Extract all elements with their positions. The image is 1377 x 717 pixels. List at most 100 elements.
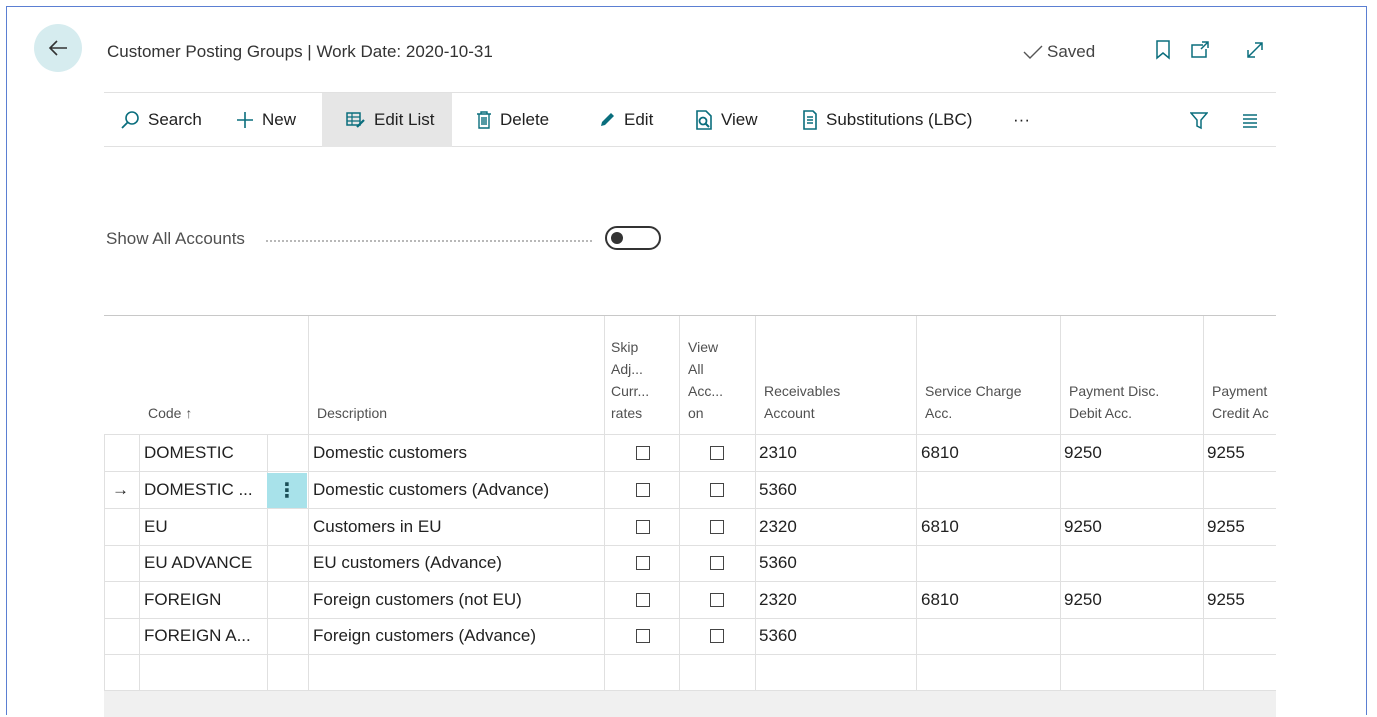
checkbox-skip-adj[interactable] [636,446,650,460]
expand-icon[interactable] [1244,39,1266,61]
delete-label: Delete [500,110,550,129]
view-label: View [721,110,758,129]
cell-description[interactable]: Foreign customers (Advance) [313,626,536,646]
back-arrow-icon [48,40,67,56]
cell-code[interactable]: FOREIGN A... [144,626,264,646]
checkbox-view-all[interactable] [710,556,724,570]
cell-code[interactable]: DOMESTIC [144,443,264,463]
cell-description[interactable]: Domestic customers (Advance) [313,480,549,500]
cell-code[interactable]: DOMESTIC ... [144,480,264,500]
more-actions-label: ··· [1013,110,1030,129]
header-description[interactable]: Description [317,404,387,423]
checkbox-view-all[interactable] [710,446,724,460]
cell-receivables[interactable]: 5360 [759,480,797,500]
cell-pay-disc-debit[interactable]: 9250 [1064,517,1102,537]
list-view-icon[interactable] [1242,114,1258,128]
bookmark-icon[interactable] [1155,39,1171,61]
edit-list-icon [346,112,365,128]
header-view-all-line4[interactable]: on [688,404,704,423]
cell-description[interactable]: Customers in EU [313,517,441,537]
checkbox-skip-adj[interactable] [636,593,650,607]
cell-code[interactable]: EU [144,517,264,537]
new-label: New [262,110,297,129]
current-row-arrow-icon: → [112,480,129,499]
header-skip-adj-line2[interactable]: Adj... [611,360,643,379]
edit-list-label: Edit List [374,110,435,129]
header-pay-disc-credit-line2[interactable]: Credit Ac [1212,404,1276,423]
cell-description[interactable]: Domestic customers [313,443,467,463]
action-bar: Search New Edit List Delete Edit View Su… [104,92,1276,147]
show-all-accounts-label: Show All Accounts [106,229,245,248]
grid-footer-area [104,690,1276,717]
cell-receivables[interactable]: 2310 [759,443,797,463]
open-new-window-icon[interactable] [1189,39,1211,61]
checkmark-icon [1023,45,1043,59]
saved-status: Saved [1022,42,1095,62]
plus-icon [237,112,253,128]
header-skip-adj-line3[interactable]: Curr... [611,382,649,401]
cell-pay-disc-debit[interactable]: 9250 [1064,590,1102,610]
page-title: Customer Posting Groups | Work Date: 202… [107,42,493,61]
header-view-all-line1[interactable]: View [688,338,718,357]
back-button[interactable] [34,24,82,72]
cell-service-charge[interactable]: 6810 [921,517,959,537]
checkbox-view-all[interactable] [710,520,724,534]
cell-description[interactable]: EU customers (Advance) [313,553,502,573]
header-service-charge-line2[interactable]: Acc. [925,404,952,423]
checkbox-skip-adj[interactable] [636,556,650,570]
header-service-charge-line1[interactable]: Service Charge [925,382,1022,401]
header-skip-adj-line1[interactable]: Skip [611,338,638,357]
checkbox-view-all[interactable] [710,629,724,643]
search-icon [121,111,139,129]
row-actions-menu-button[interactable]: ⋮ [267,473,307,508]
header-receivables-line2[interactable]: Account [764,404,815,423]
toggle-knob [611,232,623,244]
checkbox-skip-adj[interactable] [636,483,650,497]
checkbox-view-all[interactable] [710,593,724,607]
cell-code[interactable]: EU ADVANCE [144,553,264,573]
cell-service-charge[interactable]: 6810 [921,443,959,463]
cell-service-charge[interactable]: 6810 [921,590,959,610]
substitutions-label: Substitutions (LBC) [826,110,973,129]
show-all-accounts-toggle[interactable] [605,226,661,250]
header-skip-adj-line4[interactable]: rates [611,404,642,423]
cell-description[interactable]: Foreign customers (not EU) [313,590,522,610]
header-receivables-line1[interactable]: Receivables [764,382,840,401]
empty-new-row[interactable] [104,655,1276,690]
search-label: Search [148,110,202,129]
checkbox-skip-adj[interactable] [636,520,650,534]
substitutions-button[interactable]: Substitutions (LBC) [802,93,972,147]
more-actions-button[interactable]: ··· [1013,93,1030,147]
cell-code[interactable]: FOREIGN [144,590,264,610]
search-button[interactable]: Search [120,93,202,147]
edit-button[interactable]: Edit [598,93,653,147]
cell-pay-disc-credit[interactable]: 9255 [1207,590,1245,610]
header-view-all-line3[interactable]: Acc... [688,382,723,401]
customer-posting-groups-grid: Code ↑ Description Skip Adj... Curr... r… [104,316,1276,717]
checkbox-view-all[interactable] [710,483,724,497]
filter-icon[interactable] [1190,112,1208,130]
cell-pay-disc-credit[interactable]: 9255 [1207,517,1245,537]
field-leader-dots [266,240,592,242]
delete-button[interactable]: Delete [476,93,549,147]
header-pay-disc-debit-line1[interactable]: Payment Disc. [1069,382,1159,401]
header-view-all-line2[interactable]: All [688,360,704,379]
edit-label: Edit [624,110,654,129]
report-icon [803,110,817,130]
header-code[interactable]: Code ↑ [148,404,192,423]
cell-receivables[interactable]: 2320 [759,590,797,610]
cell-pay-disc-debit[interactable]: 9250 [1064,443,1102,463]
checkbox-skip-adj[interactable] [636,629,650,643]
cell-pay-disc-credit[interactable]: 9255 [1207,443,1245,463]
cell-receivables[interactable]: 5360 [759,553,797,573]
view-button[interactable]: View [695,93,758,147]
cell-receivables[interactable]: 2320 [759,517,797,537]
saved-label: Saved [1047,42,1096,61]
view-document-icon [696,110,712,130]
pencil-icon [601,113,614,126]
cell-receivables[interactable]: 5360 [759,626,797,646]
header-pay-disc-credit-line1[interactable]: Payment [1212,382,1276,401]
header-pay-disc-debit-line2[interactable]: Debit Acc. [1069,404,1132,423]
edit-list-button[interactable]: Edit List [322,93,453,147]
new-button[interactable]: New [236,93,296,147]
